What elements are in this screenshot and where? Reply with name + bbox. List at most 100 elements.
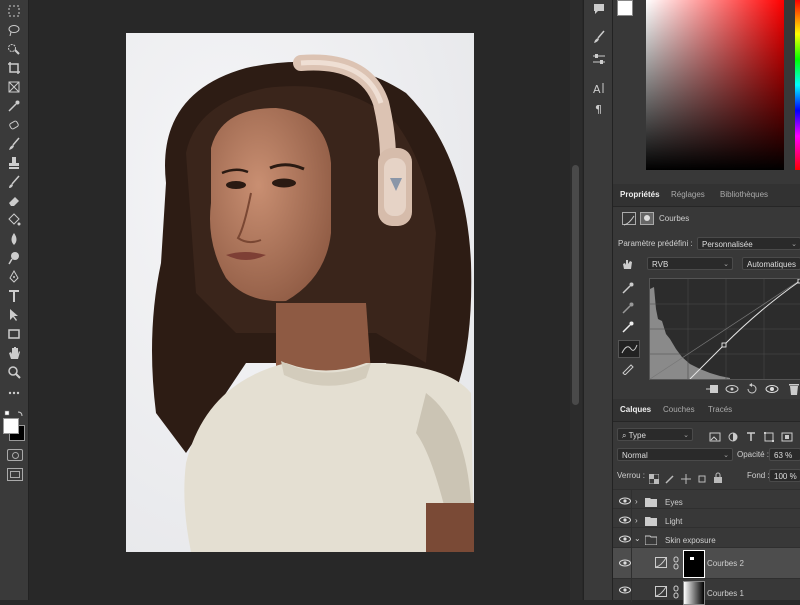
layers-tabs: Calques Couches Tracés: [613, 399, 800, 422]
visibility-eye-icon[interactable]: [619, 585, 631, 595]
document-image[interactable]: [126, 33, 474, 552]
layer-row-courbes-1[interactable]: Courbes 1: [613, 578, 800, 605]
gray-point-eyedropper-icon[interactable]: [621, 301, 635, 315]
visibility-eye-icon[interactable]: [619, 558, 631, 568]
scrollbar-thumb[interactable]: [572, 165, 579, 405]
lock-pixels-icon[interactable]: [665, 471, 675, 484]
properties-title: Courbes: [659, 214, 690, 223]
lock-artboard-icon[interactable]: [697, 471, 707, 483]
marquee-icon[interactable]: [4, 2, 24, 20]
properties-tabs: Propriétés Réglages Bibliothèques: [613, 184, 800, 207]
quick-select-icon[interactable]: [4, 40, 24, 58]
layer-name: Eyes: [665, 498, 683, 507]
layer-row-courbes-2[interactable]: Courbes 2: [613, 547, 800, 578]
foreground-color-swatch[interactable]: [3, 418, 19, 434]
layer-name: Courbes 2: [707, 559, 744, 568]
dodge-icon[interactable]: [4, 249, 24, 267]
folder-icon: [645, 498, 657, 507]
target-adjust-hand-icon[interactable]: [621, 257, 635, 269]
layer-name: Courbes 1: [707, 589, 744, 598]
link-icon[interactable]: [673, 585, 679, 599]
blend-mode-dropdown[interactable]: Normal ⌄: [617, 448, 733, 461]
curves-adjustment-icon: [655, 586, 667, 597]
hue-slider[interactable]: [795, 0, 800, 170]
layer-mask-thumbnail[interactable]: [683, 550, 705, 578]
swap-colors-icon[interactable]: [4, 405, 24, 417]
path-select-icon[interactable]: [4, 306, 24, 324]
auto-button[interactable]: Automatiques: [742, 257, 800, 270]
character-icon[interactable]: A: [589, 79, 609, 97]
layer-mask-thumbnail[interactable]: [683, 581, 705, 605]
view-previous-icon[interactable]: [725, 382, 739, 394]
tab-libraries[interactable]: Bibliothèques: [720, 184, 768, 206]
hand-icon[interactable]: [4, 344, 24, 362]
reset-icon[interactable]: [745, 382, 759, 394]
lock-all-icon[interactable]: [713, 470, 723, 483]
frame-icon[interactable]: [4, 78, 24, 96]
clip-to-layer-icon[interactable]: [705, 382, 719, 394]
tab-adjustments[interactable]: Réglages: [671, 184, 705, 206]
adjust-sliders-icon[interactable]: [589, 50, 609, 68]
mask-icon[interactable]: [640, 212, 654, 225]
lock-transparent-icon[interactable]: [648, 471, 660, 485]
filter-smart-object-icon[interactable]: [781, 429, 793, 442]
visibility-eye-icon[interactable]: [619, 496, 631, 506]
screen-mode-icon[interactable]: [7, 468, 23, 481]
blur-icon[interactable]: [4, 230, 24, 248]
curves-graph[interactable]: [649, 278, 800, 380]
svg-text:A: A: [593, 83, 601, 95]
curve-point-tool-icon[interactable]: [618, 340, 640, 358]
tab-layers[interactable]: Calques: [620, 399, 651, 421]
tab-paths[interactable]: Tracés: [708, 399, 732, 421]
link-icon[interactable]: [673, 556, 679, 570]
tab-properties[interactable]: Propriétés: [620, 184, 660, 206]
more-icon[interactable]: [4, 384, 24, 402]
white-point-eyedropper-icon[interactable]: [621, 320, 635, 334]
stamp-icon[interactable]: [4, 154, 24, 172]
pen-icon[interactable]: [4, 268, 24, 286]
toggle-visibility-icon[interactable]: [765, 382, 779, 394]
trash-icon[interactable]: [787, 382, 800, 395]
opacity-input[interactable]: 63 %: [769, 448, 800, 461]
visibility-eye-icon[interactable]: [619, 534, 631, 544]
black-point-eyedropper-icon[interactable]: [621, 281, 635, 295]
quick-mask-icon[interactable]: [7, 449, 23, 461]
filter-type-icon[interactable]: [745, 429, 757, 441]
filter-pixel-icon[interactable]: [709, 429, 721, 442]
channel-dropdown[interactable]: RVB ⌄: [647, 257, 733, 270]
curve-pencil-icon[interactable]: [621, 361, 635, 376]
tools-panel: [0, 0, 29, 600]
tab-channels[interactable]: Couches: [663, 399, 695, 421]
chevron-right-icon[interactable]: ›: [635, 516, 638, 525]
comment-icon[interactable]: [589, 0, 609, 18]
chevron-right-icon[interactable]: ›: [635, 497, 638, 506]
type-icon[interactable]: [4, 287, 24, 305]
brush-settings-icon[interactable]: [589, 28, 609, 46]
eyedropper-icon[interactable]: [4, 97, 24, 115]
filter-adjustment-icon[interactable]: [727, 429, 739, 442]
paragraph-icon[interactable]: ¶: [589, 99, 609, 117]
folder-open-icon: [645, 535, 657, 545]
preset-dropdown[interactable]: Personnalisée ⌄: [697, 237, 800, 250]
brush-icon[interactable]: [4, 135, 24, 153]
chevron-down-icon[interactable]: ⌄: [634, 534, 641, 543]
picker-foreground-swatch[interactable]: [617, 0, 633, 16]
eraser-icon[interactable]: [4, 192, 24, 210]
bucket-icon[interactable]: [4, 211, 24, 229]
crop-icon[interactable]: [4, 59, 24, 77]
rectangle-icon[interactable]: [4, 325, 24, 343]
layer-name: Light: [665, 517, 683, 526]
layer-filter-dropdown[interactable]: ⌕ Type ⌄: [617, 428, 693, 441]
panel-icons-strip: A ¶: [583, 0, 612, 600]
history-brush-icon[interactable]: [4, 173, 24, 191]
fill-input[interactable]: 100 %: [769, 469, 800, 482]
visibility-eye-icon[interactable]: [619, 515, 631, 525]
heal-icon[interactable]: [4, 116, 24, 134]
lasso-icon[interactable]: [4, 21, 24, 39]
opacity-label: Opacité :: [737, 450, 770, 459]
zoom-icon[interactable]: [4, 363, 24, 381]
filter-shape-icon[interactable]: [763, 429, 775, 442]
color-field[interactable]: [646, 0, 784, 170]
lock-position-icon[interactable]: [681, 471, 691, 484]
curves-adjustment-icon: [655, 557, 667, 568]
